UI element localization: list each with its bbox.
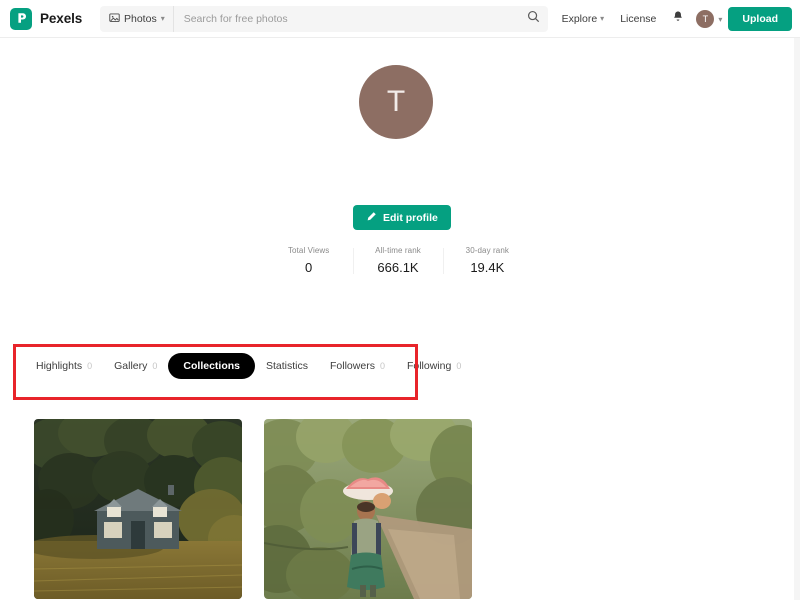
- search-category-dropdown[interactable]: Photos ▾: [100, 6, 174, 32]
- pexels-logo[interactable]: Pexels: [10, 7, 83, 30]
- upload-button[interactable]: Upload: [728, 7, 792, 31]
- tab-following[interactable]: Following 0: [396, 354, 472, 378]
- tab-label: Gallery: [114, 360, 148, 372]
- tab-count: 0: [152, 361, 158, 371]
- avatar-initial: T: [702, 14, 709, 24]
- stat-total-views: Total Views 0: [264, 246, 353, 275]
- tab-count: 0: [87, 361, 93, 371]
- search-category-label: Photos: [124, 13, 157, 25]
- tab-label: Following: [406, 360, 452, 372]
- pexels-profile-page: Pexels Photos ▾ Search for free photos E…: [0, 0, 800, 600]
- chevron-down-icon: ▾: [600, 14, 605, 23]
- stat-label: Total Views: [287, 246, 330, 255]
- notifications-button[interactable]: [664, 10, 692, 28]
- explore-menu[interactable]: Explore ▾: [554, 13, 613, 25]
- stat-label: 30-day rank: [465, 246, 509, 255]
- bell-icon: [672, 10, 684, 28]
- tab-count: 0: [379, 361, 385, 371]
- explore-label: Explore: [561, 13, 598, 25]
- stat-30-day-rank: 30-day rank 19.4K: [442, 246, 532, 275]
- search-button[interactable]: [518, 6, 548, 32]
- tab-gallery[interactable]: Gallery 0: [103, 354, 168, 378]
- collection-thumbnail[interactable]: [34, 419, 242, 599]
- search-icon: [527, 10, 540, 28]
- stat-label: All-time rank: [375, 246, 421, 255]
- tab-statistics[interactable]: Statistics: [255, 354, 319, 378]
- license-link[interactable]: License: [612, 13, 664, 25]
- tab-followers[interactable]: Followers 0: [319, 354, 396, 378]
- site-header: Pexels Photos ▾ Search for free photos E…: [0, 0, 800, 38]
- search-bar: Photos ▾: [100, 6, 548, 32]
- tab-label: Highlights: [36, 360, 83, 372]
- edit-profile-label: Edit profile: [383, 211, 438, 224]
- logo-text: Pexels: [40, 11, 83, 26]
- tab-collections[interactable]: Collections: [168, 353, 255, 379]
- profile-avatar-initial: T: [386, 85, 406, 118]
- collections-grid: Nature 1: [34, 419, 472, 600]
- stat-value: 666.1K: [377, 260, 419, 275]
- image-icon: [109, 10, 120, 28]
- edit-profile-button[interactable]: Edit profile: [353, 205, 451, 230]
- collection-thumbnail[interactable]: [264, 419, 472, 599]
- tab-count: 0: [456, 361, 462, 371]
- account-chevron-down-icon[interactable]: ▾: [718, 15, 722, 24]
- pencil-icon: [366, 211, 377, 225]
- header-actions: Explore ▾ License T ▾ Upload: [554, 0, 792, 38]
- stat-value: 19.4K: [470, 260, 505, 275]
- profile-page-content: T Edit profile Total Views 0 All-time ra…: [0, 38, 794, 600]
- search-input[interactable]: [173, 6, 518, 32]
- collection-card[interactable]: My collection 1: [264, 419, 472, 600]
- stat-all-time-rank: All-time rank 666.1K: [353, 246, 442, 275]
- stat-value: 0: [305, 260, 313, 275]
- tab-label: Collections: [183, 360, 240, 372]
- profile-avatar[interactable]: T: [359, 65, 433, 139]
- license-label: License: [620, 13, 657, 25]
- chevron-down-icon: ▾: [160, 14, 165, 23]
- profile-stats: Total Views 0 All-time rank 666.1K 30-da…: [264, 246, 532, 275]
- user-avatar[interactable]: T: [696, 10, 715, 28]
- profile-tabs: Highlights 0 Gallery 0 Collections Stati…: [25, 353, 472, 379]
- tab-label: Followers: [330, 360, 375, 372]
- tab-label: Statistics: [266, 360, 309, 372]
- pexels-p-logo-icon: [10, 7, 32, 30]
- tab-highlights[interactable]: Highlights 0: [25, 354, 103, 378]
- collection-card[interactable]: Nature 1: [34, 419, 242, 600]
